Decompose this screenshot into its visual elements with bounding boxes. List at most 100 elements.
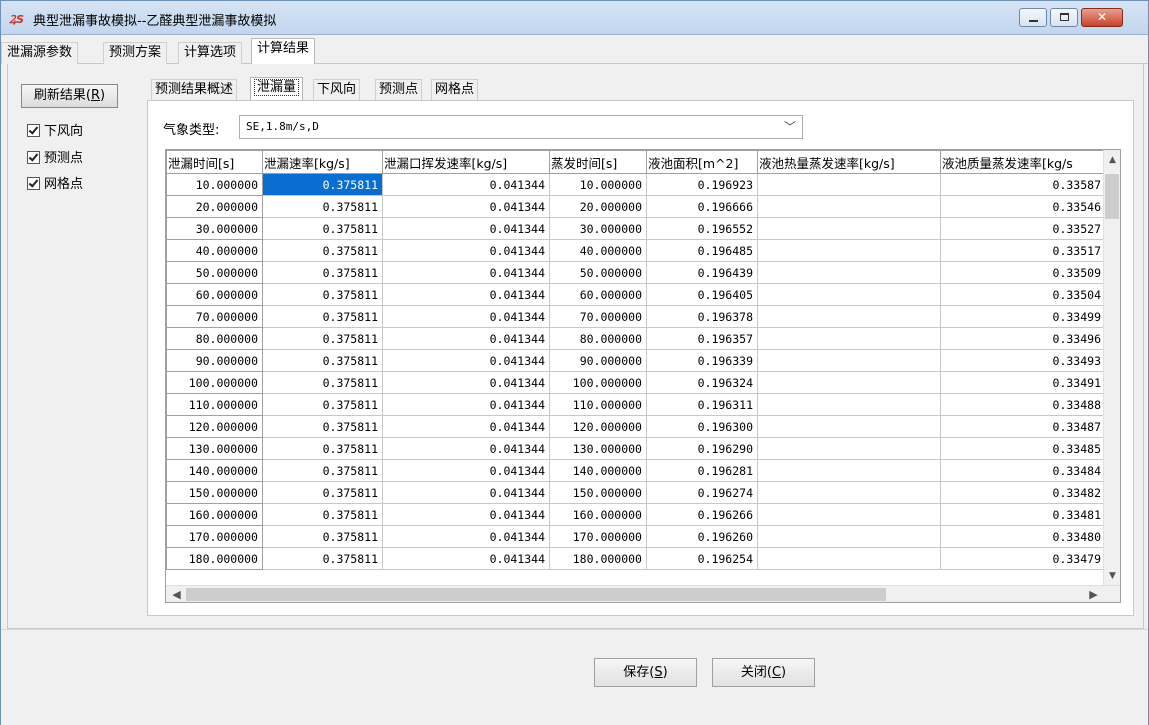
- table-cell[interactable]: 0.196357: [646, 327, 758, 350]
- checkbox-box[interactable]: [27, 177, 40, 190]
- column-header[interactable]: 泄漏口挥发速率[kg/s]: [382, 150, 550, 174]
- table-cell[interactable]: 0.041344: [382, 239, 550, 262]
- row-header-cell[interactable]: 180.000000: [166, 547, 263, 570]
- tab-calc-results[interactable]: 计算结果: [251, 38, 316, 65]
- row-header-cell[interactable]: 60.000000: [166, 283, 263, 306]
- table-cell[interactable]: 0.196439: [646, 261, 758, 284]
- table-cell[interactable]: [757, 261, 941, 284]
- table-cell[interactable]: 0.375811: [262, 393, 383, 416]
- column-header[interactable]: 液池质量蒸发速率[kg/s: [940, 150, 1106, 174]
- weather-type-select[interactable]: SE,1.8m/s,D ﹀: [239, 115, 803, 139]
- table-cell[interactable]: 0.375811: [262, 283, 383, 306]
- table-cell[interactable]: 0.375811: [262, 173, 383, 196]
- table-cell[interactable]: 0.196485: [646, 239, 758, 262]
- table-cell[interactable]: 0.196378: [646, 305, 758, 328]
- table-cell[interactable]: 160.000000: [549, 503, 647, 526]
- table-cell[interactable]: [757, 503, 941, 526]
- table-cell[interactable]: 30.000000: [549, 217, 647, 240]
- table-cell[interactable]: 0.041344: [382, 217, 550, 240]
- table-cell[interactable]: 0.33485: [940, 437, 1106, 460]
- table-cell[interactable]: 0.33480: [940, 525, 1106, 548]
- table-cell[interactable]: 140.000000: [549, 459, 647, 482]
- row-header-cell[interactable]: 140.000000: [166, 459, 263, 482]
- table-cell[interactable]: 0.375811: [262, 481, 383, 504]
- checkbox-grid-points[interactable]: 网格点: [27, 176, 83, 194]
- vertical-scroll-thumb[interactable]: [1105, 174, 1119, 219]
- table-cell[interactable]: 0.041344: [382, 305, 550, 328]
- table-row[interactable]: 140.000000 0.375811 0.041344 140.000000 0.19…: [166, 459, 1106, 482]
- table-cell[interactable]: 0.33496: [940, 327, 1106, 350]
- row-header-cell[interactable]: 130.000000: [166, 437, 263, 460]
- scroll-up-icon[interactable]: ▲: [1104, 152, 1120, 169]
- table-cell[interactable]: 0.196281: [646, 459, 758, 482]
- table-cell[interactable]: 0.33481: [940, 503, 1106, 526]
- table-cell[interactable]: 0.041344: [382, 459, 550, 482]
- table-cell[interactable]: [757, 195, 941, 218]
- row-header-cell[interactable]: 10.000000: [166, 173, 263, 196]
- table-cell[interactable]: 10.000000: [549, 173, 647, 196]
- table-cell[interactable]: [757, 239, 941, 262]
- table-row[interactable]: 120.000000 0.375811 0.041344 120.000000 0.19…: [166, 415, 1106, 438]
- row-header-cell[interactable]: 20.000000: [166, 195, 263, 218]
- table-cell[interactable]: 150.000000: [549, 481, 647, 504]
- table-row[interactable]: 30.000000 0.375811 0.041344 30.000000 0.1965…: [166, 217, 1106, 240]
- table-cell[interactable]: 0.196666: [646, 195, 758, 218]
- table-cell[interactable]: 130.000000: [549, 437, 647, 460]
- table-cell[interactable]: 0.196300: [646, 415, 758, 438]
- table-cell[interactable]: 0.33546: [940, 195, 1106, 218]
- table-cell[interactable]: 0.33484: [940, 459, 1106, 482]
- table-cell[interactable]: 0.041344: [382, 503, 550, 526]
- column-header[interactable]: 液池热量蒸发速率[kg/s]: [757, 150, 941, 174]
- column-header[interactable]: 蒸发时间[s]: [549, 150, 647, 174]
- column-header[interactable]: 液池面积[m^2]: [646, 150, 758, 174]
- tab-grid-points[interactable]: 网格点: [431, 79, 479, 100]
- table-cell[interactable]: [757, 481, 941, 504]
- table-cell[interactable]: 0.196311: [646, 393, 758, 416]
- row-header-cell[interactable]: 50.000000: [166, 261, 263, 284]
- table-cell[interactable]: 0.33509: [940, 261, 1106, 284]
- table-cell[interactable]: 0.196324: [646, 371, 758, 394]
- scroll-right-icon[interactable]: ▶: [1085, 586, 1102, 602]
- table-cell[interactable]: 0.041344: [382, 415, 550, 438]
- table-row[interactable]: 170.000000 0.375811 0.041344 170.000000 0.19…: [166, 525, 1106, 548]
- table-cell[interactable]: 80.000000: [549, 327, 647, 350]
- table-cell[interactable]: 0.375811: [262, 503, 383, 526]
- table-cell[interactable]: 70.000000: [549, 305, 647, 328]
- tab-result-overview[interactable]: 预测结果概述: [151, 79, 238, 100]
- table-cell[interactable]: 20.000000: [549, 195, 647, 218]
- table-row[interactable]: 130.000000 0.375811 0.041344 130.000000 0.19…: [166, 437, 1106, 460]
- row-header-cell[interactable]: 30.000000: [166, 217, 263, 240]
- horizontal-scrollbar[interactable]: ◀ ▶: [166, 585, 1120, 602]
- table-cell[interactable]: 0.196266: [646, 503, 758, 526]
- table-cell[interactable]: 0.375811: [262, 415, 383, 438]
- table-cell[interactable]: 110.000000: [549, 393, 647, 416]
- row-header-cell[interactable]: 110.000000: [166, 393, 263, 416]
- save-button[interactable]: 保存(S): [594, 658, 697, 687]
- table-cell[interactable]: 0.196552: [646, 217, 758, 240]
- table-cell[interactable]: [757, 393, 941, 416]
- table-cell[interactable]: 0.196254: [646, 547, 758, 570]
- column-header[interactable]: 泄漏速率[kg/s]: [262, 150, 383, 174]
- tab-leak-amount[interactable]: 泄漏量: [250, 77, 304, 101]
- table-cell[interactable]: 0.196260: [646, 525, 758, 548]
- table-cell[interactable]: [757, 349, 941, 372]
- table-cell[interactable]: 0.375811: [262, 305, 383, 328]
- table-cell[interactable]: [757, 327, 941, 350]
- table-cell[interactable]: 0.375811: [262, 437, 383, 460]
- table-cell[interactable]: 0.375811: [262, 327, 383, 350]
- table-cell[interactable]: 0.33482: [940, 481, 1106, 504]
- table-cell[interactable]: [757, 437, 941, 460]
- table-row[interactable]: 150.000000 0.375811 0.041344 150.000000 0.19…: [166, 481, 1106, 504]
- table-cell[interactable]: 60.000000: [549, 283, 647, 306]
- table-cell[interactable]: 0.33504: [940, 283, 1106, 306]
- table-cell[interactable]: 0.041344: [382, 371, 550, 394]
- table-cell[interactable]: 0.33527: [940, 217, 1106, 240]
- table-cell[interactable]: 0.375811: [262, 349, 383, 372]
- table-cell[interactable]: 170.000000: [549, 525, 647, 548]
- table-row[interactable]: 90.000000 0.375811 0.041344 90.000000 0.1963…: [166, 349, 1106, 372]
- scroll-down-icon[interactable]: ▼: [1104, 568, 1120, 585]
- table-cell[interactable]: 0.196290: [646, 437, 758, 460]
- column-header[interactable]: 泄漏时间[s]: [166, 150, 263, 174]
- tab-prediction-scheme[interactable]: 预测方案: [103, 42, 168, 64]
- table-cell[interactable]: 0.33479: [940, 547, 1106, 570]
